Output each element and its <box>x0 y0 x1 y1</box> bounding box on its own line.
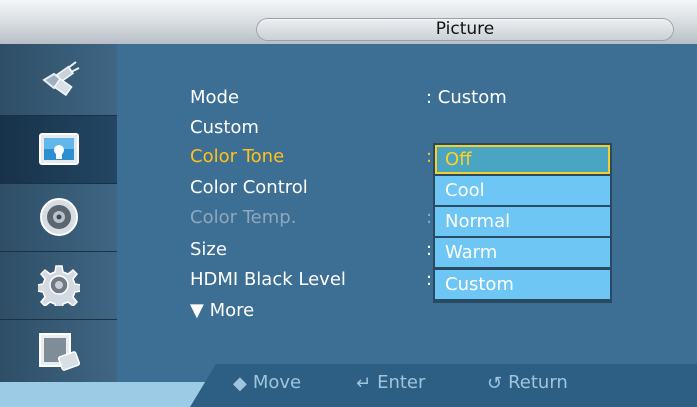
color-tone-dropdown[interactable]: Off Cool Normal Warm Custom <box>433 143 612 303</box>
more-button[interactable]: ▼ More <box>190 300 254 321</box>
dropdown-option-warm[interactable]: Warm <box>435 238 610 267</box>
footer-move: ◆ Move <box>233 372 301 394</box>
footer-return-label: Return <box>508 372 568 393</box>
dropdown-option-custom[interactable]: Custom <box>435 270 610 299</box>
rail-item-sound[interactable] <box>0 184 117 251</box>
dropdown-option-normal[interactable]: Normal <box>435 207 610 236</box>
rail-item-input[interactable] <box>0 48 117 115</box>
picture-icon <box>39 133 79 165</box>
gear-icon <box>38 265 80 306</box>
rail-item-picture[interactable] <box>0 116 117 183</box>
footer-enter-label: Enter <box>377 372 426 393</box>
dropdown-option-cool[interactable]: Cool <box>435 176 610 205</box>
speaker-icon <box>40 198 78 236</box>
enter-icon: ↵ <box>356 372 372 394</box>
menu-item-color-temp: Color Temp. <box>190 207 297 228</box>
dropdown-option-off[interactable]: Off <box>435 145 610 174</box>
antenna-plug-icon <box>42 61 80 97</box>
mode-value: : Custom <box>426 87 507 108</box>
footer-return: ↺ Return <box>487 372 568 394</box>
color-temp-separator: : <box>426 207 433 228</box>
hdmi-black-level-separator: : <box>426 269 433 290</box>
size-separator: : <box>426 239 433 260</box>
color-tone-separator: : <box>426 146 433 167</box>
footer-enter: ↵ Enter <box>356 372 425 394</box>
rail-item-multi-control[interactable] <box>0 320 117 387</box>
category-rail <box>0 44 117 382</box>
menu-item-color-control[interactable]: Color Control <box>190 177 308 198</box>
menu-item-custom[interactable]: Custom <box>190 117 259 138</box>
move-arrows-icon: ◆ <box>233 372 247 394</box>
rail-item-setup[interactable] <box>0 252 117 319</box>
page-title: Picture <box>256 18 674 41</box>
remote-icon <box>39 333 80 371</box>
header-bar: Picture <box>0 0 697 44</box>
menu-item-mode[interactable]: Mode <box>190 87 239 108</box>
footer-move-label: Move <box>252 372 302 393</box>
menu-item-hdmi-black-level[interactable]: HDMI Black Level <box>190 269 346 290</box>
osd-window: Picture Mode: Custom Custom Color Tone … <box>0 0 697 407</box>
return-icon: ↺ <box>487 372 503 394</box>
menu-item-size[interactable]: Size <box>190 239 227 260</box>
menu-item-color-tone[interactable]: Color Tone <box>190 146 284 167</box>
